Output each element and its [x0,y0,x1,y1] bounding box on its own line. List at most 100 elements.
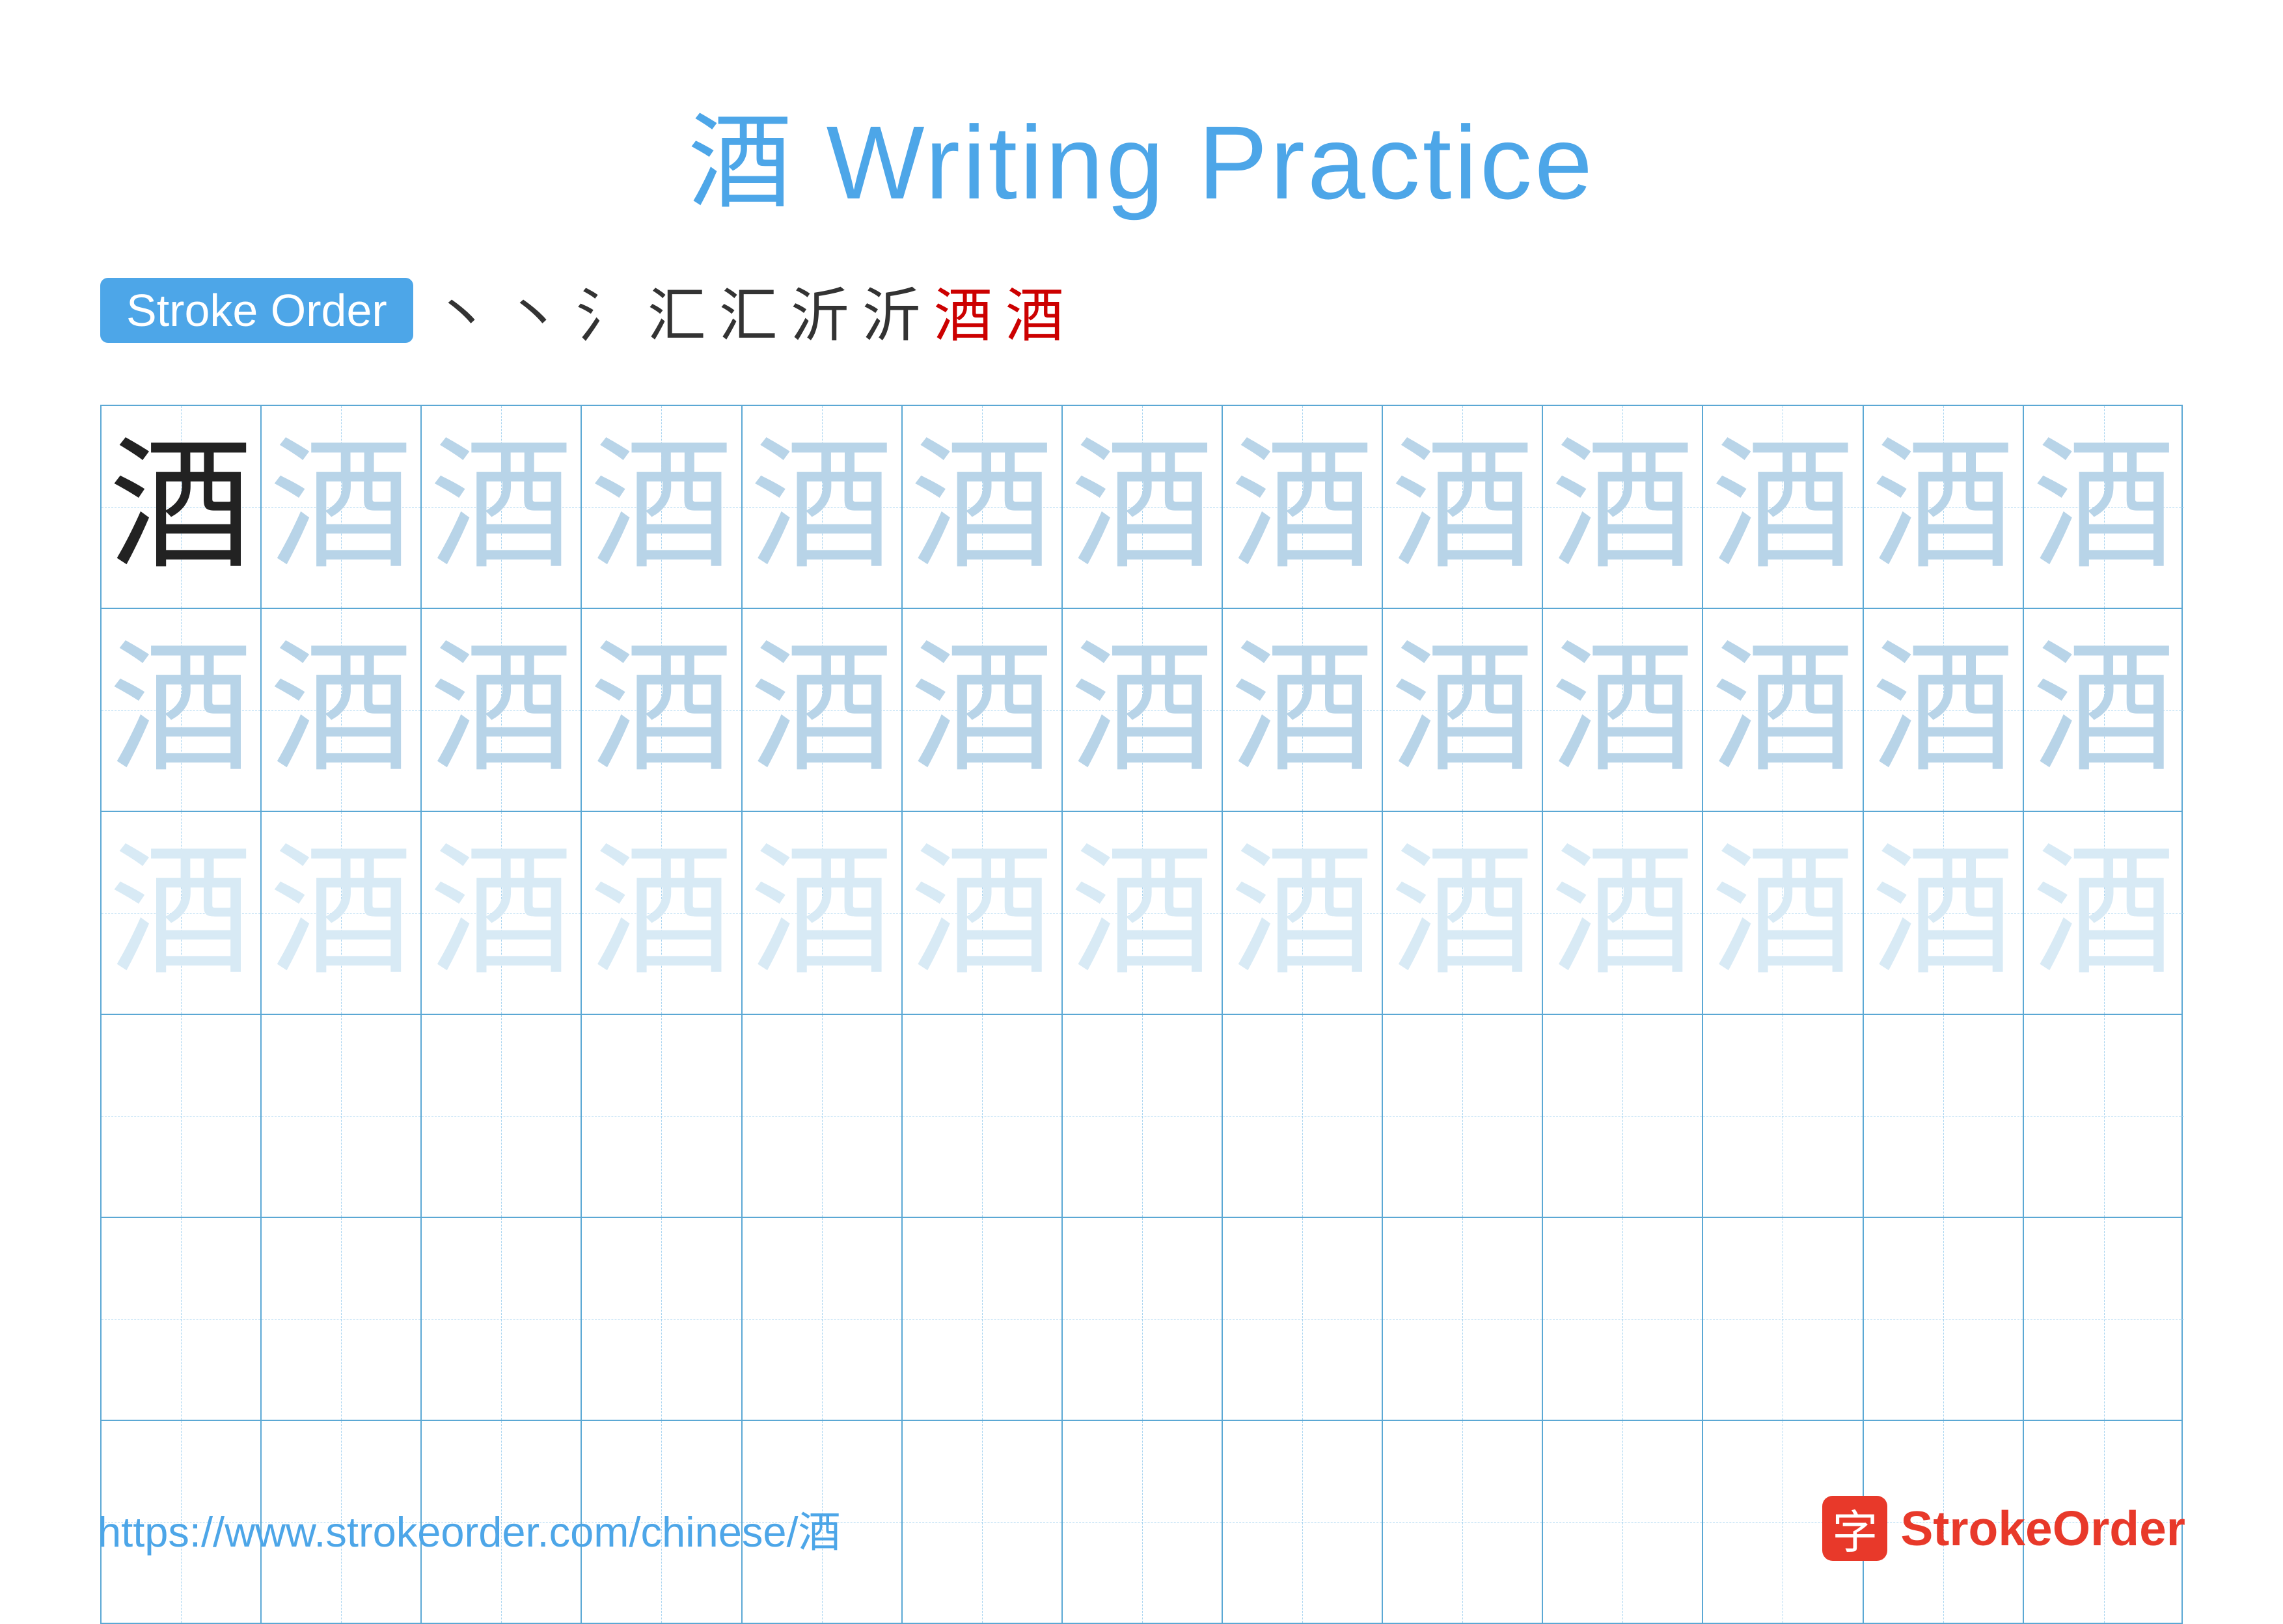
footer-url: https://www.strokeorder.com/chinese/酒 [98,1498,841,1559]
grid-cell-r5-c10[interactable] [1543,1218,1703,1420]
grid-cell-r4-c5[interactable] [743,1015,903,1217]
grid-row-1: 酒酒酒酒酒酒酒酒酒酒酒酒酒 [102,406,2181,609]
grid-cell-r3-c13[interactable]: 酒 [2024,812,2184,1014]
grid-cell-r4-c6[interactable] [903,1015,1063,1217]
grid-cell-r2-c12[interactable]: 酒 [1864,609,2024,811]
grid-cell-r5-c6[interactable] [903,1218,1063,1420]
grid-cell-r4-c2[interactable] [262,1015,422,1217]
grid-cell-r4-c10[interactable] [1543,1015,1703,1217]
grid-cell-r4-c8[interactable] [1223,1015,1383,1217]
grid-cell-r2-c13[interactable]: 酒 [2024,609,2184,811]
grid-row-2: 酒酒酒酒酒酒酒酒酒酒酒酒酒 [102,609,2181,812]
logo-char: 字 [1832,1496,1878,1562]
grid-cell-r4-c13[interactable] [2024,1015,2184,1217]
grid-cell-r3-c1[interactable]: 酒 [102,812,262,1014]
grid-cell-r5-c1[interactable] [102,1218,262,1420]
grid-cell-r5-c11[interactable] [1703,1218,1863,1420]
practice-char: 酒 [1872,435,2015,578]
grid-cell-r1-c10[interactable]: 酒 [1543,406,1703,608]
grid-cell-r3-c11[interactable]: 酒 [1703,812,1863,1014]
practice-char: 酒 [1711,841,1854,984]
grid-cell-r2-c7[interactable]: 酒 [1063,609,1223,811]
practice-char: 酒 [269,841,413,984]
practice-char: 酒 [1071,841,1214,984]
practice-char: 酒 [590,435,733,578]
grid-cell-r4-c9[interactable] [1383,1015,1543,1217]
grid-cell-r2-c5[interactable]: 酒 [743,609,903,811]
grid-cell-r2-c3[interactable]: 酒 [422,609,582,811]
practice-char: 酒 [1551,638,1694,781]
grid-cell-r4-c1[interactable] [102,1015,262,1217]
grid-cell-r3-c4[interactable]: 酒 [582,812,742,1014]
grid-cell-r4-c3[interactable] [422,1015,582,1217]
grid-cell-r2-c9[interactable]: 酒 [1383,609,1543,811]
grid-cell-r1-c4[interactable]: 酒 [582,406,742,608]
practice-char: 酒 [750,638,894,781]
grid-cell-r2-c8[interactable]: 酒 [1223,609,1383,811]
grid-cell-r3-c2[interactable]: 酒 [262,812,422,1014]
grid-cell-r1-c9[interactable]: 酒 [1383,406,1543,608]
grid-cell-r2-c6[interactable]: 酒 [903,609,1063,811]
practice-char: 酒 [1231,841,1374,984]
grid-cell-r4-c11[interactable] [1703,1015,1863,1217]
grid-cell-r5-c4[interactable] [582,1218,742,1420]
practice-char: 酒 [1711,638,1854,781]
practice-char: 酒 [430,638,573,781]
grid-cell-r1-c11[interactable]: 酒 [1703,406,1863,608]
practice-grid: 酒酒酒酒酒酒酒酒酒酒酒酒酒酒酒酒酒酒酒酒酒酒酒酒酒酒酒酒酒酒酒酒酒酒酒酒酒酒酒 [100,405,2183,1624]
practice-char: 酒 [1872,841,2015,984]
grid-cell-r1-c12[interactable]: 酒 [1864,406,2024,608]
grid-row-5 [102,1218,2181,1421]
grid-cell-r1-c5[interactable]: 酒 [743,406,903,608]
grid-cell-r1-c2[interactable]: 酒 [262,406,422,608]
grid-cell-r5-c2[interactable] [262,1218,422,1420]
grid-cell-r1-c7[interactable]: 酒 [1063,406,1223,608]
stroke-5: 汇 [719,268,778,353]
practice-char: 酒 [109,841,253,984]
grid-cell-r3-c7[interactable]: 酒 [1063,812,1223,1014]
grid-row-4 [102,1015,2181,1218]
logo-stroke: Stroke [1900,1501,2052,1556]
grid-cell-r1-c13[interactable]: 酒 [2024,406,2184,608]
practice-char: 酒 [1551,435,1694,578]
practice-char: 酒 [1391,638,1534,781]
practice-char: 酒 [2032,435,2176,578]
grid-cell-r1-c8[interactable]: 酒 [1223,406,1383,608]
grid-cell-r3-c3[interactable]: 酒 [422,812,582,1014]
stroke-7: 沂 [862,268,921,353]
grid-row-3: 酒酒酒酒酒酒酒酒酒酒酒酒酒 [102,812,2181,1015]
grid-cell-r5-c12[interactable] [1864,1218,2024,1420]
grid-cell-r5-c9[interactable] [1383,1218,1543,1420]
grid-cell-r4-c12[interactable] [1864,1015,2024,1217]
logo-order: Order [2053,1501,2185,1556]
grid-cell-r5-c5[interactable] [743,1218,903,1420]
grid-cell-r5-c7[interactable] [1063,1218,1223,1420]
grid-cell-r2-c11[interactable]: 酒 [1703,609,1863,811]
grid-cell-r4-c4[interactable] [582,1015,742,1217]
grid-cell-r5-c8[interactable] [1223,1218,1383,1420]
grid-cell-r3-c9[interactable]: 酒 [1383,812,1543,1014]
grid-cell-r2-c1[interactable]: 酒 [102,609,262,811]
grid-cell-r1-c1[interactable]: 酒 [102,406,262,608]
grid-cell-r2-c4[interactable]: 酒 [582,609,742,811]
grid-cell-r3-c8[interactable]: 酒 [1223,812,1383,1014]
grid-cell-r3-c10[interactable]: 酒 [1543,812,1703,1014]
grid-cell-r2-c2[interactable]: 酒 [262,609,422,811]
grid-cell-r3-c5[interactable]: 酒 [743,812,903,1014]
practice-char: 酒 [430,435,573,578]
grid-cell-r3-c6[interactable]: 酒 [903,812,1063,1014]
grid-cell-r5-c13[interactable] [2024,1218,2184,1420]
grid-cell-r4-c7[interactable] [1063,1015,1223,1217]
grid-cell-r1-c6[interactable]: 酒 [903,406,1063,608]
practice-char: 酒 [1071,435,1214,578]
grid-cell-r5-c3[interactable] [422,1218,582,1420]
grid-cell-r3-c12[interactable]: 酒 [1864,812,2024,1014]
practice-char: 酒 [2032,638,2176,781]
stroke-9: 酒 [1005,268,1064,353]
practice-char: 酒 [1872,638,2015,781]
grid-cell-r2-c10[interactable]: 酒 [1543,609,1703,811]
stroke-6: 沂 [791,268,849,353]
stroke-2: 丶 [504,268,563,353]
grid-cell-r1-c3[interactable]: 酒 [422,406,582,608]
stroke-1: 丶 [433,268,491,353]
